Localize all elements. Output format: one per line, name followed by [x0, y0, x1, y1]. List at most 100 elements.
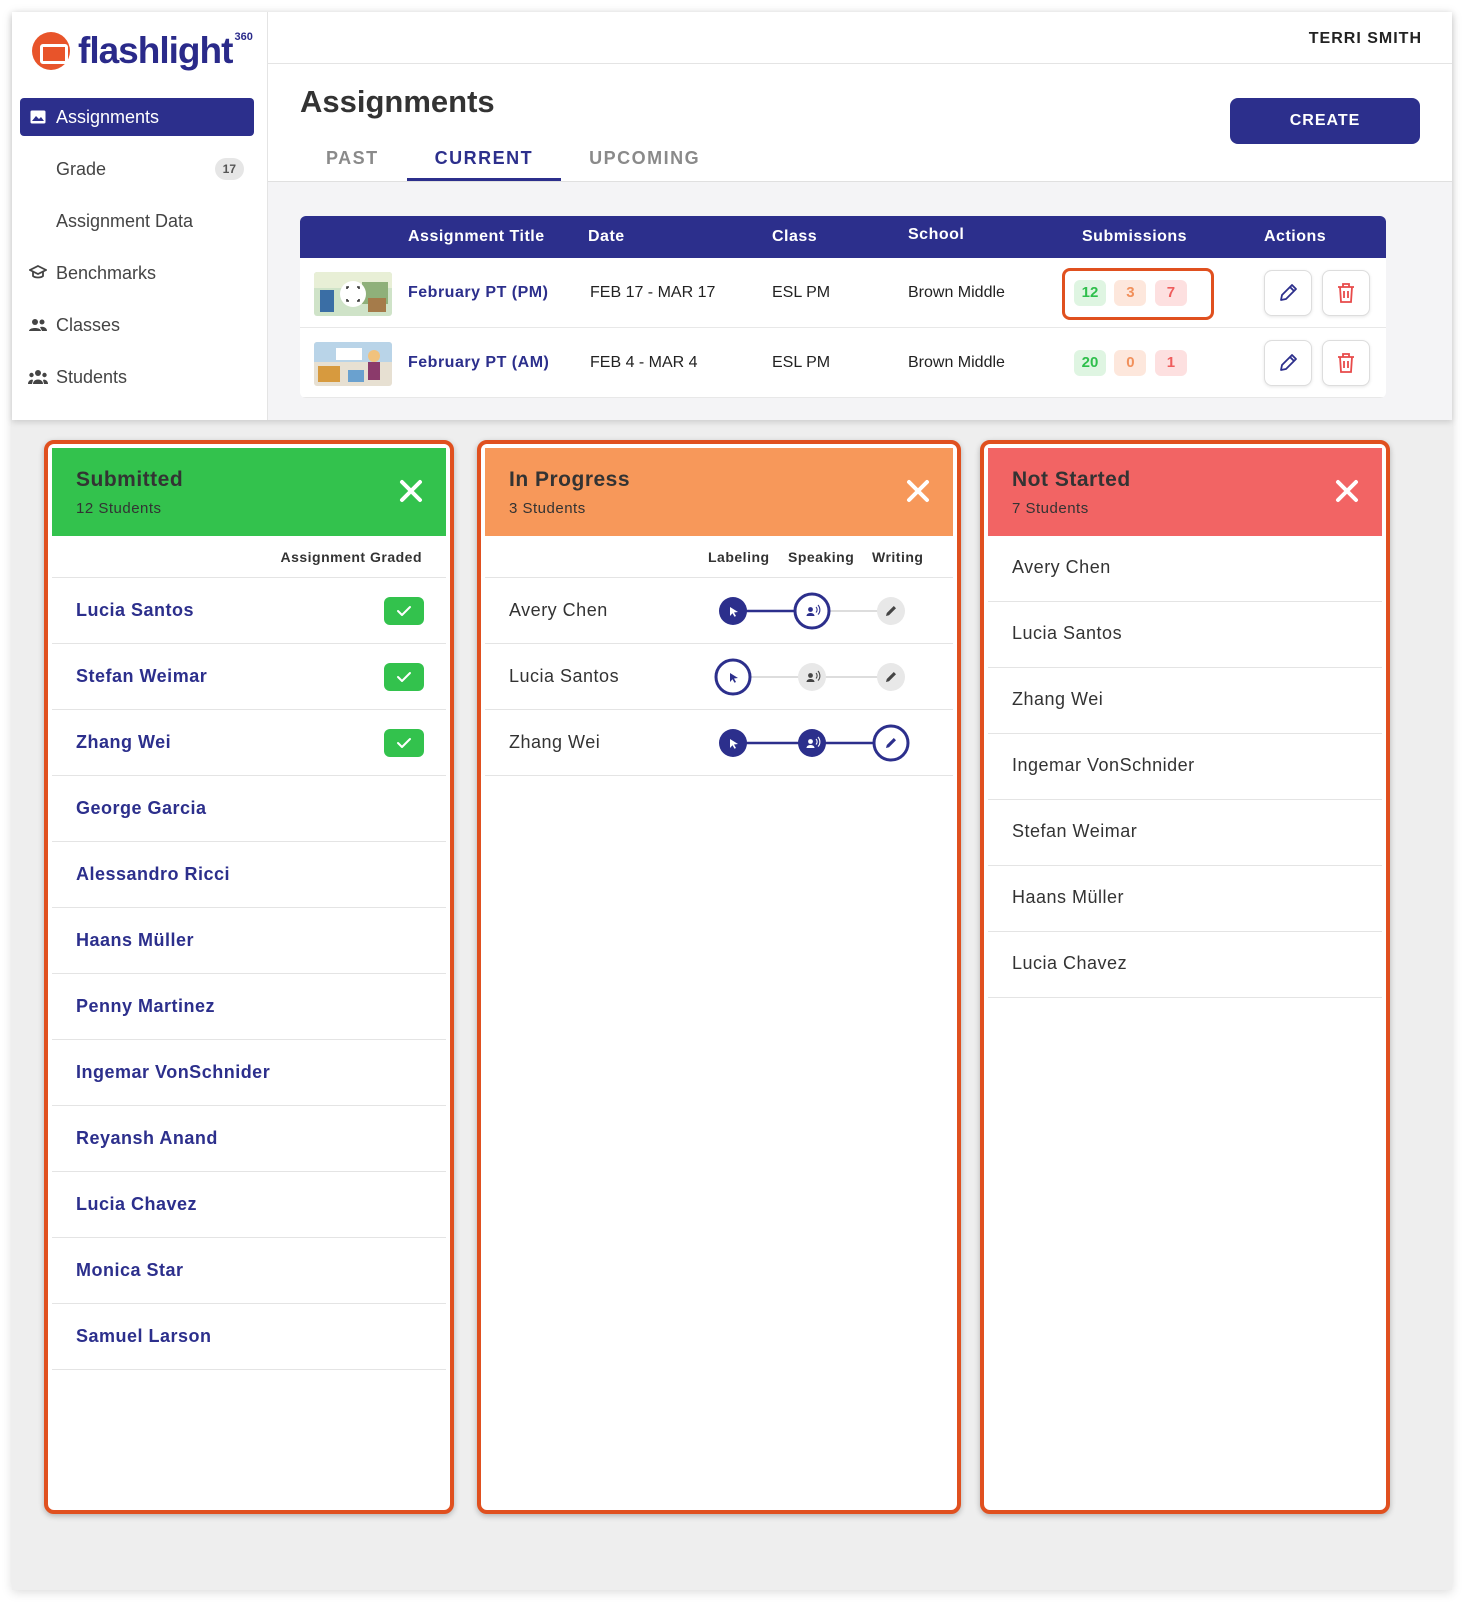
student-row[interactable]: Stefan Weimar — [988, 800, 1382, 866]
edit-button[interactable] — [1264, 270, 1312, 316]
student-row[interactable]: George Garcia — [52, 776, 446, 842]
edit-button[interactable] — [1264, 340, 1312, 386]
tab-past[interactable]: PAST — [298, 140, 407, 182]
panel-subtitle: 7 Students — [1012, 500, 1089, 517]
student-row[interactable]: Penny Martinez — [52, 974, 446, 1040]
student-name[interactable]: Lucia Chavez — [76, 1194, 197, 1215]
assignment-title[interactable]: February PT (AM) — [408, 354, 549, 372]
logo[interactable]: flashlight 360 — [32, 30, 259, 72]
submitted-count[interactable]: 12 — [1074, 280, 1106, 306]
student-name[interactable]: Zhang Wei — [76, 732, 171, 753]
student-name[interactable]: Avery Chen — [1012, 557, 1111, 578]
column-header-class[interactable]: Class — [772, 228, 817, 246]
sidebar-item-grade[interactable]: Grade 17 — [20, 150, 254, 188]
student-row[interactable]: Zhang Wei — [988, 668, 1382, 734]
not-started-student-list: Avery Chen Lucia Santos Zhang Wei Ingemar V… — [988, 536, 1382, 998]
close-icon[interactable] — [903, 476, 933, 506]
table-row[interactable]: February PT (AM) FEB 4 - MAR 4 ESL PM Br… — [300, 328, 1386, 398]
student-name[interactable]: George Garcia — [76, 798, 207, 819]
submitted-panel: Submitted 12 Students Assignment Graded … — [44, 440, 454, 1514]
speaking-stage-icon[interactable] — [793, 592, 831, 630]
student-row[interactable]: Reyansh Anand — [52, 1106, 446, 1172]
student-row[interactable]: Alessandro Ricci — [52, 842, 446, 908]
student-row[interactable]: Haans Müller — [52, 908, 446, 974]
create-button[interactable]: CREATE — [1230, 98, 1420, 144]
student-name[interactable]: Alessandro Ricci — [76, 864, 230, 885]
not-started-count[interactable]: 7 — [1154, 280, 1187, 306]
column-header-date[interactable]: Date — [588, 228, 625, 246]
submitted-count[interactable]: 20 — [1074, 350, 1106, 376]
student-row[interactable]: Monica Star — [52, 1238, 446, 1304]
student-row[interactable]: Zhang Wei — [52, 710, 446, 776]
panel-title: In Progress — [509, 468, 631, 491]
assignment-thumbnail[interactable] — [314, 272, 392, 316]
labeling-stage-icon[interactable] — [719, 597, 747, 625]
table-row[interactable]: February PT (PM) FEB 17 - MAR 17 ESL PM … — [300, 258, 1386, 328]
student-name[interactable]: Stefan Weimar — [1012, 821, 1137, 842]
sidebar-item-classes[interactable]: Classes — [20, 306, 254, 344]
delete-button[interactable] — [1322, 340, 1370, 386]
panel-body: In Progress 3 Students Labeling Speaking… — [485, 448, 953, 1506]
panel-subtitle: 12 Students — [76, 500, 162, 517]
student-row[interactable]: Ingemar VonSchnider — [988, 734, 1382, 800]
student-row[interactable]: Lucia Chavez — [52, 1172, 446, 1238]
student-name[interactable]: Lucia Santos — [76, 600, 194, 621]
not-started-count[interactable]: 1 — [1154, 350, 1187, 376]
student-name[interactable]: Samuel Larson — [76, 1326, 212, 1347]
student-name[interactable]: Reyansh Anand — [76, 1128, 218, 1149]
student-name[interactable]: Ingemar VonSchnider — [76, 1062, 270, 1083]
writing-stage-icon[interactable] — [877, 597, 905, 625]
sidebar-item-label: Students — [56, 366, 128, 387]
student-name[interactable]: Ingemar VonSchnider — [1012, 755, 1195, 776]
column-header-title[interactable]: Assignment Title — [408, 228, 545, 246]
user-name[interactable]: TERRI SMITH — [1309, 30, 1422, 48]
student-name[interactable]: Monica Star — [76, 1260, 184, 1281]
student-name[interactable]: Lucia Santos — [1012, 623, 1122, 644]
student-name[interactable]: Haans Müller — [76, 930, 194, 951]
student-row[interactable]: Haans Müller — [988, 866, 1382, 932]
labeling-stage-icon[interactable] — [719, 729, 747, 757]
student-row[interactable]: Lucia Santos — [485, 644, 953, 710]
sidebar-item-students[interactable]: Students — [20, 358, 254, 396]
student-row[interactable]: Avery Chen — [485, 578, 953, 644]
tab-upcoming[interactable]: UPCOMING — [561, 140, 728, 182]
graduation-cap-icon — [28, 263, 48, 283]
student-row[interactable]: Avery Chen — [988, 536, 1382, 602]
speaking-stage-icon[interactable] — [798, 729, 826, 757]
student-row[interactable]: Lucia Santos — [52, 578, 446, 644]
sidebar-item-label: Grade — [56, 158, 107, 179]
student-name[interactable]: Avery Chen — [509, 600, 608, 621]
assignments-table: Assignment Title Date Class School Submi… — [300, 216, 1386, 398]
close-icon[interactable] — [1332, 476, 1362, 506]
tab-current[interactable]: CURRENT — [406, 140, 562, 182]
student-name[interactable]: Lucia Santos — [509, 666, 619, 687]
close-icon[interactable] — [396, 476, 426, 506]
student-name[interactable]: Lucia Chavez — [1012, 953, 1127, 974]
student-name[interactable]: Haans Müller — [1012, 887, 1124, 908]
sidebar-item-label: Classes — [56, 314, 121, 335]
student-row[interactable]: Stefan Weimar — [52, 644, 446, 710]
column-header-school[interactable]: School — [908, 226, 964, 244]
writing-stage-icon[interactable] — [877, 663, 905, 691]
student-row[interactable]: Lucia Santos — [988, 602, 1382, 668]
student-row[interactable]: Ingemar VonSchnider — [52, 1040, 446, 1106]
student-row[interactable]: Zhang Wei — [485, 710, 953, 776]
sidebar-item-benchmarks[interactable]: Benchmarks — [20, 254, 254, 292]
writing-stage-icon[interactable] — [872, 724, 910, 762]
assignment-title[interactable]: February PT (PM) — [408, 284, 548, 302]
in-progress-count[interactable]: 3 — [1114, 280, 1147, 306]
sidebar-item-assignment-data[interactable]: Assignment Data — [20, 202, 254, 240]
student-row[interactable]: Samuel Larson — [52, 1304, 446, 1370]
student-row[interactable]: Lucia Chavez — [988, 932, 1382, 998]
sidebar-item-assignments[interactable]: Assignments — [20, 98, 254, 136]
assignment-graded-label: Assignment Graded — [280, 549, 422, 565]
labeling-stage-icon[interactable] — [714, 658, 752, 696]
student-name[interactable]: Zhang Wei — [509, 732, 600, 753]
student-name[interactable]: Penny Martinez — [76, 996, 215, 1017]
assignment-thumbnail[interactable] — [314, 342, 392, 386]
student-name[interactable]: Zhang Wei — [1012, 689, 1103, 710]
student-name[interactable]: Stefan Weimar — [76, 666, 207, 687]
in-progress-count[interactable]: 0 — [1114, 350, 1147, 376]
delete-button[interactable] — [1322, 270, 1370, 316]
speaking-stage-icon[interactable] — [798, 663, 826, 691]
